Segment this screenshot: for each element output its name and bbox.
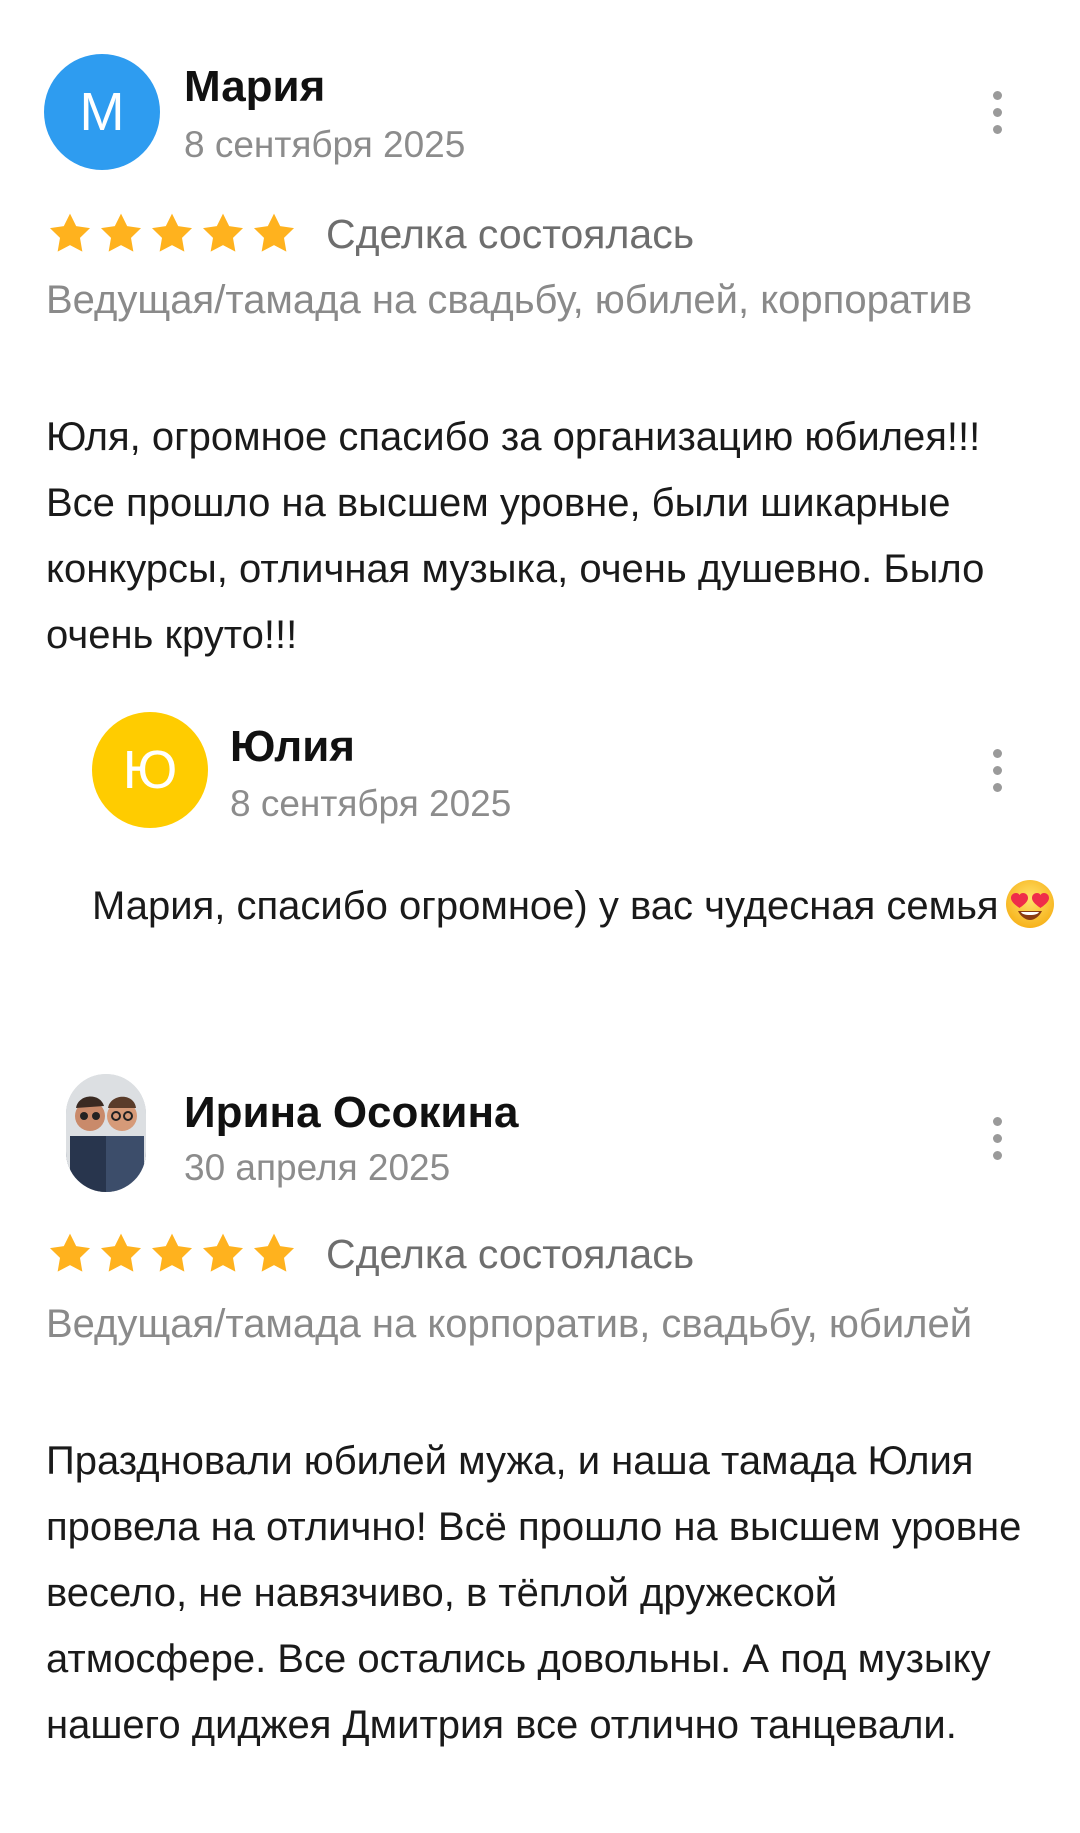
more-options-button[interactable]	[982, 740, 1012, 800]
service-name: Ведущая/тамада на свадьбу, юбилей, корпо…	[46, 278, 973, 322]
more-vertical-icon	[992, 90, 1002, 100]
review-text: Юля, огромное спасибо за организацию юби…	[46, 415, 985, 657]
rating-row: Сделка состоялась	[46, 1228, 694, 1280]
star-icon	[254, 1233, 294, 1272]
star-rating	[46, 210, 298, 258]
service-name: Ведущая/тамада на корпоратив, свадьбу, ю…	[46, 1302, 973, 1346]
star-rating	[46, 1230, 298, 1278]
review-text: Праздновали юбилей мужа, и наша тамада Ю…	[46, 1439, 1022, 1747]
more-options-button[interactable]	[982, 1108, 1012, 1168]
avatar[interactable]: М	[44, 54, 160, 170]
rating-row: Сделка состоялась	[46, 208, 694, 260]
author-name[interactable]: Юлия	[230, 722, 355, 772]
author-name[interactable]: Мария	[184, 62, 325, 112]
more-vertical-icon-dot	[992, 782, 1002, 792]
avatar[interactable]	[66, 1074, 146, 1192]
star-icon	[152, 1233, 192, 1272]
star-icon	[203, 213, 243, 252]
more-options-button[interactable]	[982, 82, 1012, 142]
author-name[interactable]: Ирина Осокина	[184, 1088, 519, 1138]
star-icon	[203, 1233, 243, 1272]
star-icon	[152, 213, 192, 252]
review-date: 30 апреля 2025	[184, 1147, 451, 1188]
reply-text: Мария, спасибо огромное) у вас чудесная …	[92, 873, 1072, 939]
more-vertical-icon-dot	[992, 124, 1002, 134]
deal-status: Сделка состоялась	[326, 1230, 695, 1277]
reply-text-content: Мария, спасибо огромное) у вас чудесная …	[92, 884, 999, 928]
star-icon	[101, 1233, 141, 1272]
more-vertical-icon	[992, 748, 1002, 758]
heart-eyes-emoji-icon	[1005, 880, 1054, 928]
more-vertical-icon-dot	[992, 765, 1002, 775]
avatar[interactable]: Ю	[92, 712, 208, 828]
deal-status: Сделка состоялась	[326, 210, 695, 257]
star-icon	[101, 213, 141, 252]
star-icon	[50, 213, 90, 252]
more-vertical-icon-dot	[992, 107, 1002, 117]
more-vertical-icon	[992, 1116, 1002, 1126]
star-icon	[50, 1233, 90, 1272]
more-vertical-icon-dot	[992, 1150, 1002, 1160]
star-icon	[254, 213, 294, 252]
avatar-photo	[66, 1074, 146, 1192]
review-date: 8 сентября 2025	[230, 783, 512, 824]
review-date: 8 сентября 2025	[184, 124, 466, 165]
more-vertical-icon-dot	[992, 1133, 1002, 1143]
